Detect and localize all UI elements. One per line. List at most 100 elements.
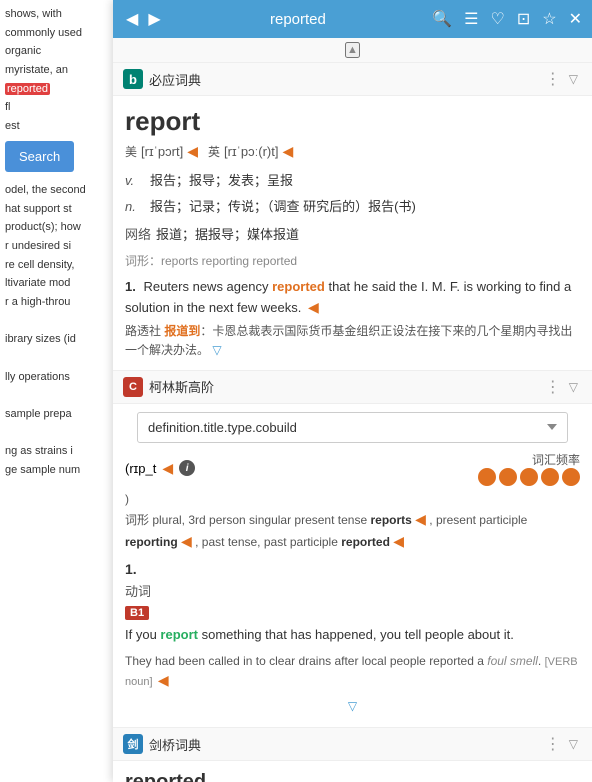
- cobuild-audio-button[interactable]: ◀: [162, 460, 173, 477]
- cobuild-collapse-button[interactable]: ▽: [565, 380, 582, 394]
- bing-dict-section: b 必应词典 ⋮ ▽ report 美 [rɪˈpɔrt] ◀ 英 [rɪˈpɔ…: [113, 63, 592, 371]
- bg-line: sample prepa: [5, 405, 108, 424]
- bing-example: 1. Reuters news agency reported that he …: [125, 277, 580, 360]
- bg-line: r a high-throu: [5, 293, 108, 312]
- heart-icon-button[interactable]: ♡: [489, 7, 507, 31]
- cobuild-menu-button[interactable]: ⋮: [541, 377, 565, 397]
- audio-example-button[interactable]: ◀: [308, 299, 319, 316]
- cobuild-section-title: 柯林斯高阶: [149, 377, 541, 396]
- phonetic-uk: 英 [rɪˈpɔː(r)t] ◀: [208, 143, 293, 160]
- bing-phonetics: 美 [rɪˈpɔrt] ◀ 英 [rɪˈpɔː(r)t] ◀: [125, 143, 580, 160]
- phonetic-us: 美 [rɪˈpɔrt] ◀: [125, 143, 198, 160]
- star-icon-button[interactable]: ☆: [540, 7, 558, 31]
- panel-title: reported: [166, 11, 431, 28]
- info-icon: i: [179, 460, 195, 476]
- cobuild-example-audio-button[interactable]: ◀: [158, 672, 169, 689]
- cobuild-definition-dropdown[interactable]: definition.title.type.cobuild: [137, 412, 568, 443]
- audio-reported-button[interactable]: ◀: [393, 533, 404, 550]
- freq-dot-1: [478, 468, 496, 486]
- panel-body[interactable]: ▲ b 必应词典 ⋮ ▽ report 美 [rɪˈpɔrt] ◀: [113, 38, 592, 782]
- bg-line: [5, 424, 108, 443]
- menu-icon-button[interactable]: ☰: [462, 7, 480, 31]
- audio-reports-button[interactable]: ◀: [415, 511, 426, 528]
- bg-line: shows, with commonly used organic: [5, 5, 108, 61]
- background-article: shows, with commonly used organic myrist…: [0, 0, 113, 782]
- cambridge-section-title: 剑桥词典: [149, 735, 541, 754]
- bg-line: ltivariate mod: [5, 274, 108, 293]
- bing-menu-button[interactable]: ⋮: [541, 69, 565, 89]
- audio-uk-button[interactable]: ◀: [282, 143, 293, 160]
- search-button[interactable]: Search: [5, 141, 74, 172]
- cobuild-pron-left: (rɪp_t ◀ i: [125, 460, 195, 477]
- bg-line: product(s); how: [5, 218, 108, 237]
- bing-collapse-button[interactable]: ▽: [565, 72, 582, 86]
- bg-line: [5, 386, 108, 405]
- bing-section-header: b 必应词典 ⋮ ▽: [113, 63, 592, 96]
- cobuild-def-text: If you report something that has happene…: [125, 625, 580, 646]
- bg-line: ng as strains i: [5, 442, 108, 461]
- panel-header: ◀ ▶ reported 🔍 ☰ ♡ ⊡ ☆ ✕: [113, 0, 592, 38]
- freq-dot-3: [520, 468, 538, 486]
- header-icons: 🔍 ☰ ♡ ⊡ ☆ ✕: [430, 7, 584, 31]
- bg-line: re cell density,: [5, 256, 108, 275]
- audio-reporting-button[interactable]: ◀: [181, 533, 192, 550]
- freq-dot-4: [541, 468, 559, 486]
- cobuild-pronunciation-row: (rɪp_t ◀ i 词汇频率: [125, 451, 580, 486]
- level-badge-b1: B1: [125, 606, 149, 620]
- cobuild-section: C 柯林斯高阶 ⋮ ▽ definition.title.type.cobuil…: [113, 371, 592, 728]
- audio-us-button[interactable]: ◀: [187, 143, 198, 160]
- cambridge-section: 剑 剑桥词典 ⋮ ▽ reported adjective [ before n…: [113, 728, 592, 782]
- bing-definitions: v. 报告；报导；发表；呈报 n. 报告；记录；传说；（调查 研究后的）报告(书…: [125, 168, 580, 248]
- forward-button[interactable]: ▶: [143, 9, 165, 29]
- close-icon-button[interactable]: ✕: [567, 7, 584, 31]
- cobuild-expand-row: ▽: [125, 695, 580, 717]
- related-words: 词形：reports reporting reported: [125, 252, 580, 269]
- bg-line: [5, 349, 108, 368]
- bing-content: report 美 [rɪˈpɔrt] ◀ 英 [rɪˈpɔː(r)t] ◀: [113, 96, 592, 370]
- bg-line: myristate, an: [5, 61, 108, 80]
- cambridge-section-header: 剑 剑桥词典 ⋮ ▽: [113, 728, 592, 761]
- def-row-n: n. 报告；记录；传说；（调查 研究后的）报告(书): [125, 194, 580, 220]
- bg-line: ge sample num: [5, 461, 108, 480]
- bg-line: hat support st: [5, 200, 108, 219]
- cobuild-content: (rɪp_t ◀ i 词汇频率: [113, 451, 592, 727]
- cambridge-menu-button[interactable]: ⋮: [541, 734, 565, 754]
- freq-dot-2: [499, 468, 517, 486]
- expand-button[interactable]: ▽: [212, 343, 221, 357]
- def-row-v: v. 报告；报导；发表；呈报: [125, 168, 580, 194]
- back-button[interactable]: ◀: [121, 9, 143, 29]
- network-row: 网络 报道；据报导；媒体报道: [125, 222, 580, 248]
- cambridge-collapse-button[interactable]: ▽: [565, 737, 582, 751]
- search-icon-button[interactable]: 🔍: [430, 7, 454, 31]
- bg-line: lly operations: [5, 368, 108, 387]
- bg-line: ibrary sizes (id: [5, 330, 108, 349]
- bing-word-title: report: [125, 106, 580, 137]
- bg-line: [5, 312, 108, 331]
- cobuild-example-text: They had been called in to clear drains …: [125, 652, 580, 691]
- collapse-up-button[interactable]: ▲: [345, 42, 360, 58]
- bg-line: r undesired si: [5, 237, 108, 256]
- cobuild-section-header: C 柯林斯高阶 ⋮ ▽: [113, 371, 592, 404]
- cambridge-content: reported adjective [ before noun ] UK ◀ …: [113, 761, 592, 782]
- paren-close: ): [125, 492, 580, 506]
- cobuild-dropdown-wrapper: definition.title.type.cobuild: [113, 404, 592, 451]
- freq-area: 词汇频率: [478, 451, 580, 486]
- cambridge-word: reported: [125, 771, 580, 782]
- freq-dot-5: [562, 468, 580, 486]
- bg-reported-highlight: reported: [5, 83, 50, 95]
- sense-block-1: 1. 动词 B1 If you report something that ha…: [125, 561, 580, 691]
- bing-logo: b: [123, 69, 143, 89]
- bg-line: est: [5, 117, 108, 136]
- image-icon-button[interactable]: ⊡: [515, 7, 532, 31]
- cobuild-expand-button[interactable]: ▽: [348, 699, 357, 713]
- bing-section-title: 必应词典: [149, 70, 541, 89]
- dictionary-panel: ◀ ▶ reported 🔍 ☰ ♡ ⊡ ☆ ✕ ▲ b 必应词典 ⋮ ▽: [113, 0, 592, 782]
- collapse-row: ▲: [113, 38, 592, 63]
- bg-line: fl: [5, 98, 108, 117]
- frequency-dots: [478, 468, 580, 486]
- bg-line: odel, the second: [5, 181, 108, 200]
- word-forms: 词形 plural, 3rd person singular present t…: [125, 510, 580, 553]
- example-cn: 路透社 报道到：卡恩总裁表示国际货币基金组织正设法在接下来的几个星期内寻找出一个…: [125, 322, 580, 360]
- cambridge-logo: 剑: [123, 734, 143, 754]
- cobuild-logo: C: [123, 377, 143, 397]
